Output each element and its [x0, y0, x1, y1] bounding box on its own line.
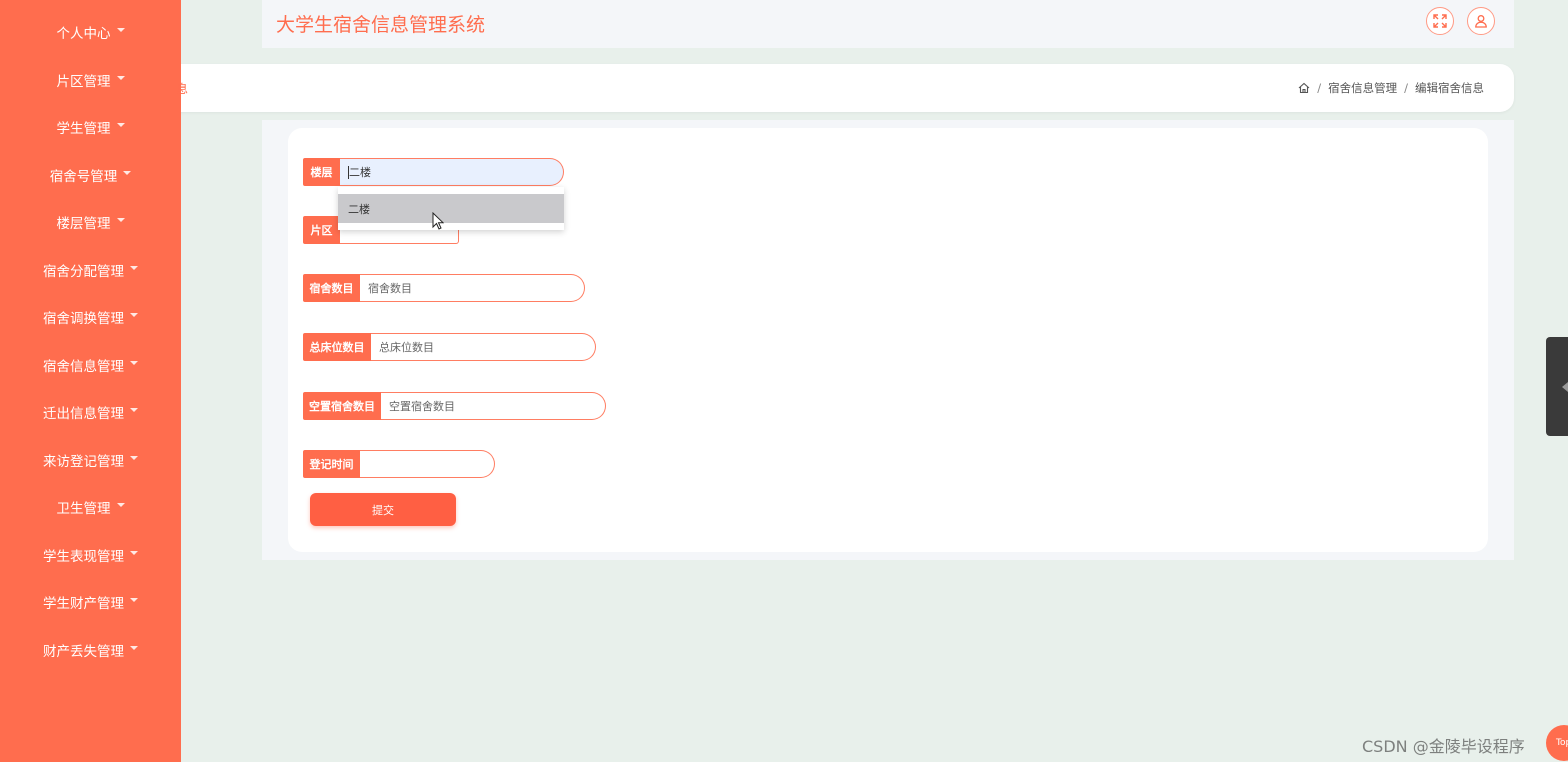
caret-down-icon [130, 551, 138, 555]
caret-down-icon [116, 123, 125, 127]
floor-label: 楼层 [303, 158, 340, 186]
sidebar-item-dorm-numbers[interactable]: 宿舍号管理 [0, 155, 181, 195]
sidebar-item-floors[interactable]: 楼层管理 [0, 202, 181, 242]
mouse-cursor-icon [432, 212, 444, 230]
sidebar-item-profile[interactable]: 个人中心 [0, 12, 181, 52]
side-drawer-tab[interactable] [1546, 337, 1568, 436]
top-header: 大学生宿舍信息管理系统 [262, 0, 1514, 48]
sidebar-item-label: 学生管理 [56, 121, 111, 137]
register-time-label: 登记时间 [303, 450, 360, 478]
empty-dorms-input[interactable] [381, 392, 606, 420]
breadcrumb-bar: / 宿舍信息管理 / 编辑宿舍信息 [160, 64, 1514, 112]
caret-down-icon [116, 503, 125, 507]
sidebar-item-label: 来访登记管理 [43, 454, 124, 470]
caret-down-icon [116, 218, 125, 222]
breadcrumb: / 宿舍信息管理 / 编辑宿舍信息 [1298, 80, 1484, 96]
sidebar-item-visitors[interactable]: 来访登记管理 [0, 440, 181, 480]
back-to-top-button[interactable]: Top [1546, 725, 1568, 761]
zone-label: 片区 [303, 216, 340, 244]
user-button[interactable] [1467, 7, 1495, 35]
sidebar-item-label: 财产丢失管理 [43, 644, 124, 660]
floor-option[interactable]: 二楼 [338, 194, 564, 223]
caret-down-icon [130, 313, 138, 317]
breadcrumb-separator: / [1404, 81, 1408, 95]
caret-down-icon [130, 456, 138, 460]
floor-select[interactable]: 二楼 [340, 158, 564, 186]
sidebar-item-students[interactable]: 学生管理 [0, 107, 181, 147]
home-icon[interactable] [1298, 82, 1310, 94]
register-time-input[interactable] [360, 450, 495, 478]
sidebar-item-property-loss[interactable]: 财产丢失管理 [0, 630, 181, 670]
caret-down-icon [123, 171, 132, 175]
sidebar-item-dorm-allocation[interactable]: 宿舍分配管理 [0, 250, 181, 290]
sidebar-item-hygiene[interactable]: 卫生管理 [0, 487, 181, 527]
sidebar-item-label: 宿舍号管理 [49, 169, 118, 185]
sidebar-item-zones[interactable]: 片区管理 [0, 60, 181, 100]
sidebar-item-performance[interactable]: 学生表现管理 [0, 535, 181, 575]
caret-down-icon [130, 266, 138, 270]
sidebar-item-label: 学生表现管理 [43, 549, 124, 565]
watermark: CSDN @金陵毕设程序 [1362, 737, 1525, 756]
dorm-count-label: 宿舍数目 [303, 274, 360, 302]
submit-button[interactable]: 提交 [310, 493, 456, 526]
sidebar-item-dorm-info[interactable]: 宿舍信息管理 [0, 345, 181, 385]
empty-dorms-label: 空置宿舍数目 [303, 392, 381, 420]
sidebar: 个人中心 片区管理 学生管理 宿舍号管理 楼层管理 宿舍分配管理 宿舍调换管理 … [0, 0, 181, 762]
fullscreen-button[interactable] [1426, 7, 1454, 35]
total-beds-label: 总床位数目 [303, 333, 371, 361]
caret-down-icon [130, 598, 138, 602]
sidebar-item-label: 宿舍信息管理 [43, 359, 124, 375]
sidebar-item-move-out[interactable]: 迁出信息管理 [0, 392, 181, 432]
caret-down-icon [130, 361, 138, 365]
sidebar-item-label: 宿舍调换管理 [43, 311, 124, 327]
user-icon [1475, 15, 1487, 28]
sidebar-item-label: 个人中心 [56, 26, 111, 42]
sidebar-item-property[interactable]: 学生财产管理 [0, 582, 181, 622]
breadcrumb-separator: / [1317, 81, 1322, 95]
breadcrumb-item-edit-dorm: 编辑宿舍信息 [1415, 81, 1484, 95]
sidebar-item-dorm-swap[interactable]: 宿舍调换管理 [0, 297, 181, 337]
caret-down-icon [130, 646, 138, 650]
sidebar-item-label: 迁出信息管理 [43, 406, 124, 422]
floor-select-value: 二楼 [349, 166, 371, 179]
page-title-fragment: 息 [176, 82, 189, 96]
sidebar-item-label: 学生财产管理 [43, 596, 124, 612]
expand-icon [1433, 14, 1447, 28]
back-to-top-label: Top [1556, 738, 1568, 748]
sidebar-item-label: 楼层管理 [56, 216, 111, 232]
floor-dropdown: 二楼 [338, 187, 564, 230]
caret-down-icon [130, 408, 138, 412]
chevron-left-icon [1562, 382, 1568, 392]
dorm-count-input[interactable] [360, 274, 585, 302]
app-title: 大学生宿舍信息管理系统 [276, 14, 486, 36]
sidebar-item-label: 卫生管理 [56, 501, 111, 517]
sidebar-item-label: 宿舍分配管理 [43, 264, 124, 280]
sidebar-item-label: 片区管理 [56, 74, 111, 90]
breadcrumb-item-dorm-info[interactable]: 宿舍信息管理 [1328, 80, 1397, 96]
total-beds-input[interactable] [371, 333, 596, 361]
caret-down-icon [116, 28, 125, 32]
caret-down-icon [116, 76, 125, 80]
